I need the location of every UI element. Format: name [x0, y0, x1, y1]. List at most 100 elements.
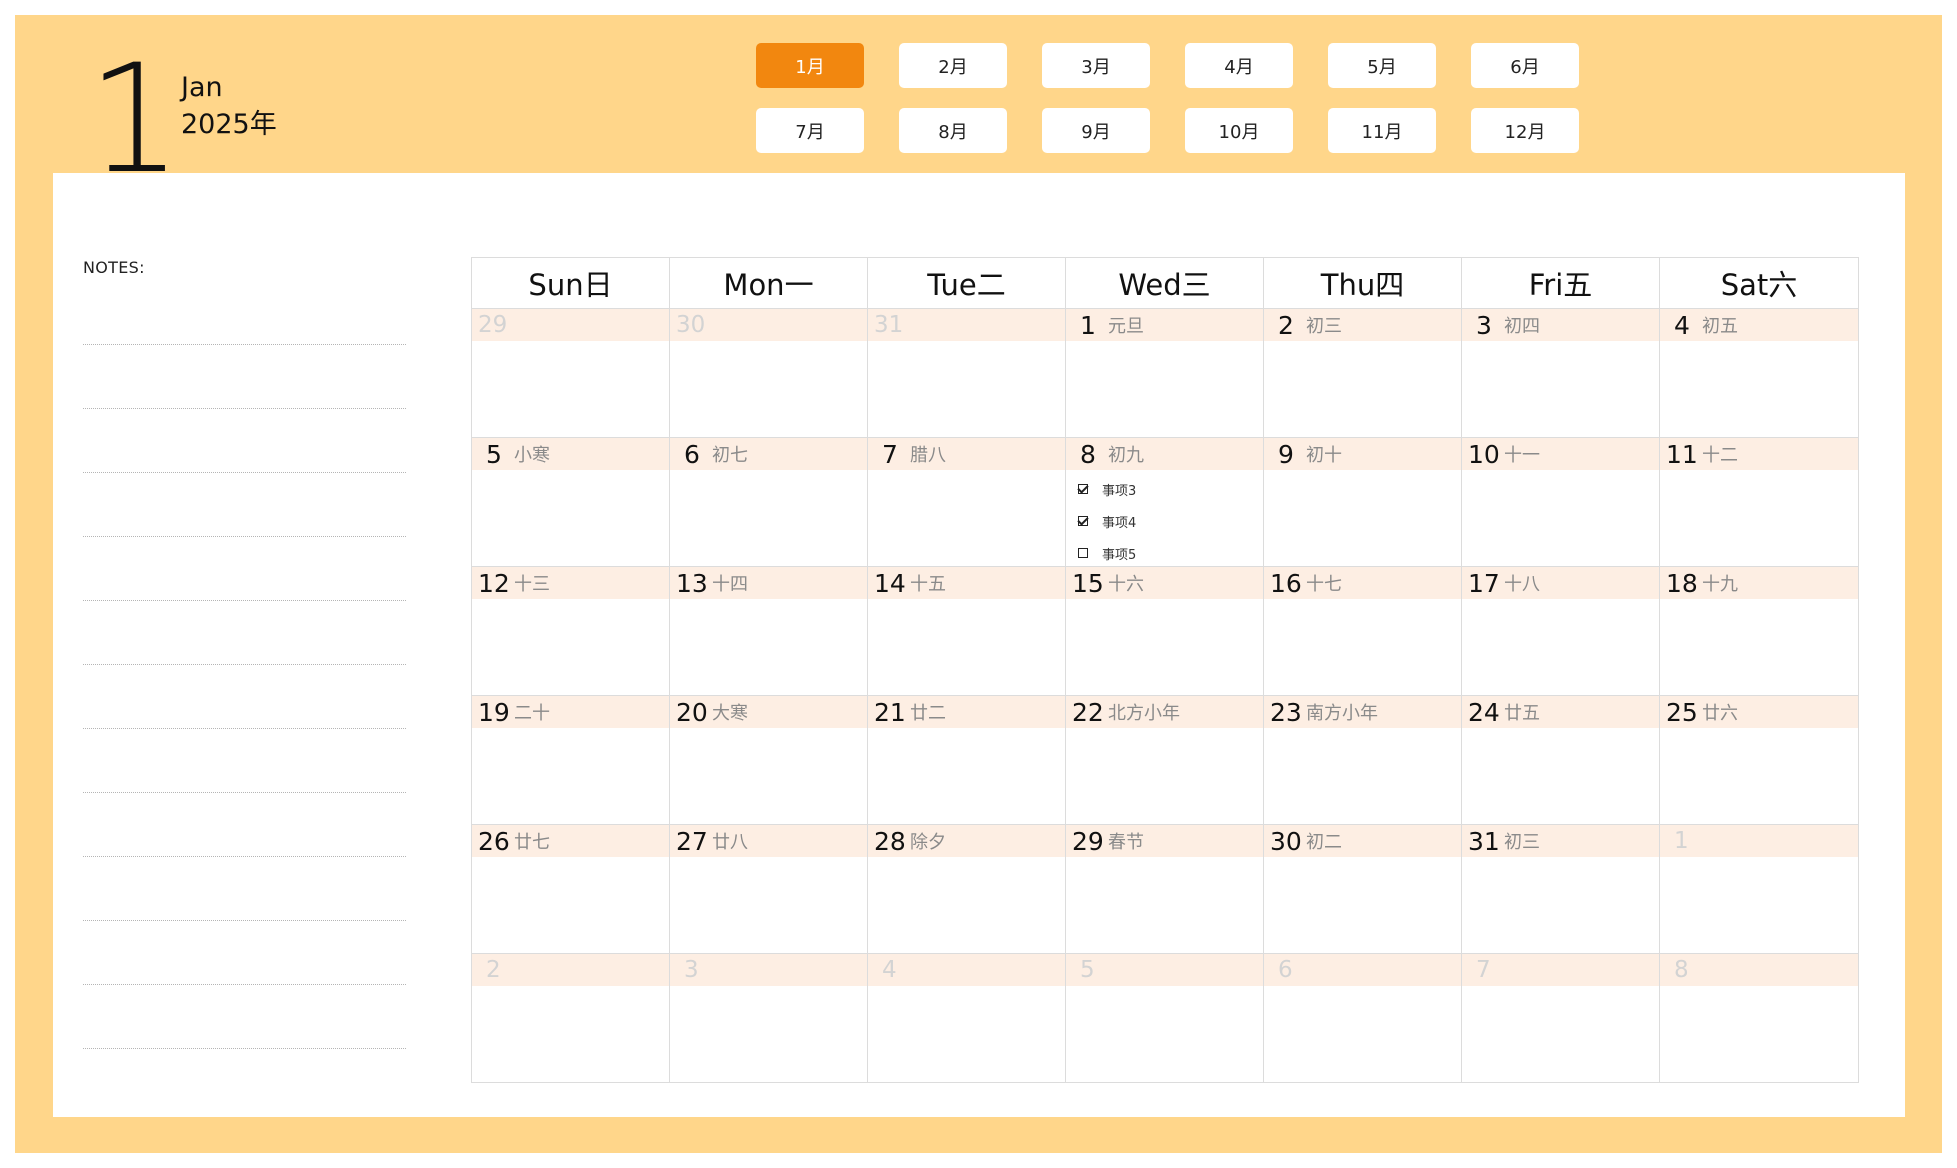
day-header: 3: [670, 954, 867, 986]
lunar-date: 初四: [1504, 316, 1540, 337]
day-cell[interactable]: 23 南方小年: [1264, 696, 1462, 824]
note-line[interactable]: [83, 281, 406, 345]
task-label: 事项3: [1102, 483, 1137, 499]
month-button-5[interactable]: 5月: [1328, 43, 1436, 88]
month-button-9[interactable]: 9月: [1042, 108, 1150, 153]
day-cell[interactable]: 27 廿八: [670, 825, 868, 953]
day-cell[interactable]: 9 初十: [1264, 438, 1462, 569]
day-cell[interactable]: 19 二十: [472, 696, 670, 824]
day-cell[interactable]: 12 十三: [472, 567, 670, 695]
month-button-7[interactable]: 7月: [756, 108, 864, 153]
lunar-date: 北方小年: [1108, 703, 1180, 724]
day-cell-other-month[interactable]: 5: [1066, 954, 1264, 1082]
month-button-12[interactable]: 12月: [1471, 108, 1579, 153]
note-line[interactable]: [83, 409, 406, 473]
day-header: 14 十五: [868, 567, 1065, 599]
day-cell[interactable]: 10 十一: [1462, 438, 1660, 569]
day-header: 30: [670, 309, 867, 341]
month-button-6[interactable]: 6月: [1471, 43, 1579, 88]
lunar-date: 十八: [1504, 574, 1540, 595]
day-cell[interactable]: 5 小寒: [472, 438, 670, 569]
day-cell-other-month[interactable]: 31: [868, 309, 1066, 437]
day-cell[interactable]: 17 十八: [1462, 567, 1660, 695]
calendar-sheet: NOTES: Sun日 Mon一 Tue二 Wed三 Thu四 Fri五 Sat六 29 30…: [53, 173, 1905, 1117]
lunar-date: 廿六: [1702, 703, 1738, 724]
day-cell[interactable]: 4 初五: [1660, 309, 1858, 437]
note-line[interactable]: [83, 601, 406, 665]
month-button-3[interactable]: 3月: [1042, 43, 1150, 88]
day-cell[interactable]: 18 十九: [1660, 567, 1858, 695]
note-line[interactable]: [83, 985, 406, 1049]
day-header: 22 北方小年: [1066, 696, 1263, 728]
day-cell[interactable]: 1 元旦: [1066, 309, 1264, 437]
day-cell-other-month[interactable]: 29: [472, 309, 670, 437]
task-checkbox[interactable]: [1078, 484, 1088, 494]
day-cell-other-month[interactable]: 7: [1462, 954, 1660, 1082]
day-cell-other-month[interactable]: 1: [1660, 825, 1858, 953]
day-header: 10 十一: [1462, 438, 1659, 470]
day-header: 4 初五: [1660, 309, 1858, 341]
month-button-4[interactable]: 4月: [1185, 43, 1293, 88]
month-button-2[interactable]: 2月: [899, 43, 1007, 88]
day-cell-other-month[interactable]: 4: [868, 954, 1066, 1082]
day-cell-other-month[interactable]: 2: [472, 954, 670, 1082]
month-button-1[interactable]: 1月: [756, 43, 864, 88]
task-item[interactable]: 事项3: [1078, 473, 1263, 505]
day-cell[interactable]: 16 十七: [1264, 567, 1462, 695]
lunar-date: 初十: [1306, 445, 1342, 466]
task-item[interactable]: 事项5: [1078, 537, 1263, 569]
notes-panel: NOTES:: [83, 255, 406, 1049]
note-line[interactable]: [83, 921, 406, 985]
note-line[interactable]: [83, 729, 406, 793]
day-cell-other-month[interactable]: 3: [670, 954, 868, 1082]
task-checkbox[interactable]: [1078, 516, 1088, 526]
day-number: 8: [1674, 957, 1689, 983]
day-cell[interactable]: 15 十六: [1066, 567, 1264, 695]
day-cell-other-month[interactable]: 6: [1264, 954, 1462, 1082]
day-cell[interactable]: 30 初二: [1264, 825, 1462, 953]
day-cell[interactable]: 28 除夕: [868, 825, 1066, 953]
day-cell[interactable]: 21 廿二: [868, 696, 1066, 824]
day-header: 31: [868, 309, 1065, 341]
day-cell[interactable]: 2 初三: [1264, 309, 1462, 437]
note-line[interactable]: [83, 473, 406, 537]
day-number: 31: [874, 312, 904, 338]
day-cell-other-month[interactable]: 8: [1660, 954, 1858, 1082]
weekday-header: Thu四: [1264, 258, 1462, 308]
day-cell[interactable]: 13 十四: [670, 567, 868, 695]
day-cell[interactable]: 29 春节: [1066, 825, 1264, 953]
month-button-10[interactable]: 10月: [1185, 108, 1293, 153]
note-line[interactable]: [83, 537, 406, 601]
day-number: 9: [1278, 439, 1294, 469]
day-cell[interactable]: 3 初四: [1462, 309, 1660, 437]
day-cell[interactable]: 8 初九 事项3 事项4 事项5: [1066, 438, 1264, 569]
day-cell[interactable]: 14 十五: [868, 567, 1066, 695]
day-header: 7 腊八: [868, 438, 1065, 470]
day-header: 28 除夕: [868, 825, 1065, 857]
day-cell[interactable]: 20 大寒: [670, 696, 868, 824]
note-line[interactable]: [83, 793, 406, 857]
day-cell[interactable]: 31 初三: [1462, 825, 1660, 953]
note-line[interactable]: [83, 345, 406, 409]
day-cell[interactable]: 7 腊八: [868, 438, 1066, 569]
day-cell[interactable]: 24 廿五: [1462, 696, 1660, 824]
notes-lines: [83, 281, 406, 1049]
month-button-8[interactable]: 8月: [899, 108, 1007, 153]
day-number: 4: [882, 957, 897, 983]
day-header: 13 十四: [670, 567, 867, 599]
day-number: 29: [1072, 826, 1104, 856]
day-cell[interactable]: 11 十二: [1660, 438, 1858, 569]
note-line[interactable]: [83, 665, 406, 729]
note-line[interactable]: [83, 857, 406, 921]
day-cell[interactable]: 6 初七: [670, 438, 868, 569]
day-cell[interactable]: 26 廿七: [472, 825, 670, 953]
task-item[interactable]: 事项4: [1078, 505, 1263, 537]
day-header: 9 初十: [1264, 438, 1461, 470]
day-cell[interactable]: 25 廿六: [1660, 696, 1858, 824]
day-cell-other-month[interactable]: 30: [670, 309, 868, 437]
task-checkbox[interactable]: [1078, 548, 1088, 558]
day-number: 31: [1468, 826, 1500, 856]
day-cell[interactable]: 22 北方小年: [1066, 696, 1264, 824]
month-button-11[interactable]: 11月: [1328, 108, 1436, 153]
lunar-date: 初二: [1306, 832, 1342, 853]
